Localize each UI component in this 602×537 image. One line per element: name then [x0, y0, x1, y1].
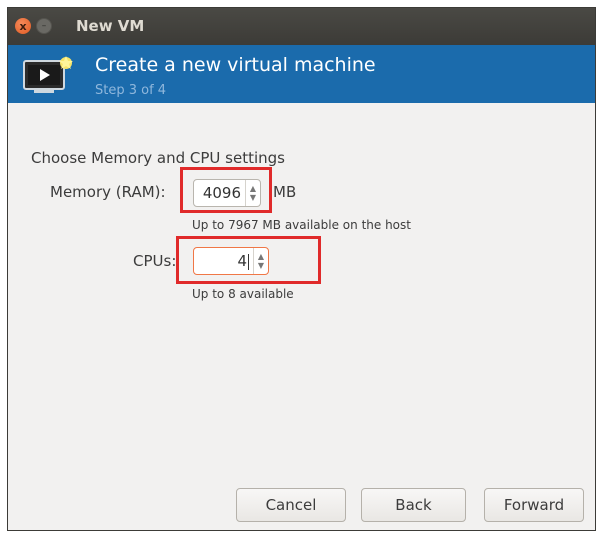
- cpus-hint: Up to 8 available: [192, 287, 294, 301]
- minimize-button[interactable]: –: [36, 18, 52, 34]
- monitor-icon: [23, 56, 73, 93]
- memory-highlight-box: [180, 167, 272, 213]
- cpus-label: CPUs:: [133, 252, 177, 270]
- section-label: Choose Memory and CPU settings: [31, 149, 285, 167]
- wizard-header: Create a new virtual machine Step 3 of 4: [8, 45, 595, 103]
- memory-label: Memory (RAM):: [50, 183, 166, 201]
- forward-button[interactable]: Forward: [484, 488, 584, 522]
- titlebar: x – New VM: [8, 8, 595, 45]
- memory-unit: MB: [273, 183, 297, 201]
- cpus-highlight-box: [176, 236, 321, 284]
- new-vm-dialog: x – New VM Create a new virtual machine …: [7, 7, 596, 531]
- cancel-button[interactable]: Cancel: [236, 488, 346, 522]
- back-button[interactable]: Back: [361, 488, 466, 522]
- header-title: Create a new virtual machine: [95, 54, 376, 76]
- memory-hint: Up to 7967 MB available on the host: [192, 218, 411, 232]
- close-button[interactable]: x: [15, 18, 31, 34]
- window-title: New VM: [76, 17, 145, 35]
- step-indicator: Step 3 of 4: [95, 83, 167, 98]
